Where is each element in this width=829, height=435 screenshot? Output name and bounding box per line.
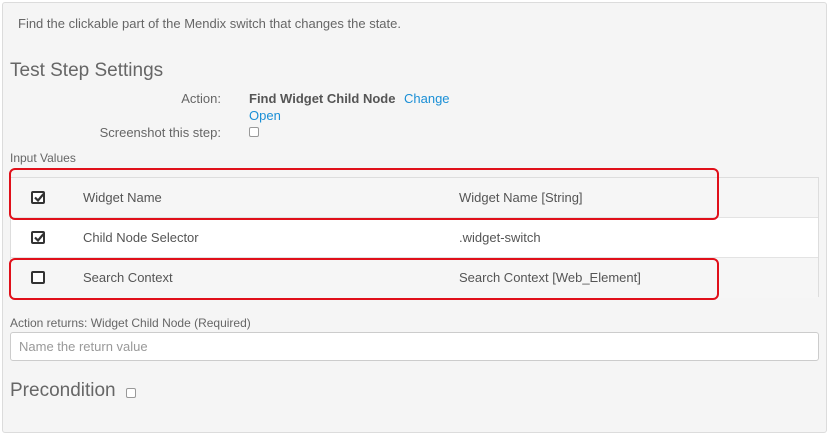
return-value-name-input[interactable]: [10, 332, 819, 361]
screenshot-label: Screenshot this step:: [99, 125, 221, 140]
input-row-widget-name: Widget Name Widget Name [String]: [11, 178, 818, 218]
action-returns-label: Action returns: Widget Child Node (Requi…: [10, 316, 251, 330]
checkmark-icon: [34, 193, 44, 202]
test-step-settings-title: Test Step Settings: [10, 60, 164, 81]
action-value: Find Widget Child Node: [249, 91, 396, 106]
widget-name-checkbox[interactable]: [31, 191, 45, 204]
checkmark-icon: [34, 233, 44, 242]
input-name: Widget Name: [83, 190, 162, 205]
input-values-table: Widget Name Widget Name [String] Child N…: [10, 177, 819, 298]
change-action-link[interactable]: Change: [404, 91, 450, 106]
input-row-search-context: Search Context Search Context [Web_Eleme…: [11, 258, 818, 298]
child-node-selector-checkbox[interactable]: [31, 231, 45, 244]
precondition-checkbox[interactable]: [126, 388, 136, 398]
input-values-label: Input Values: [10, 151, 76, 165]
search-context-checkbox[interactable]: [31, 271, 45, 284]
precondition-title: Precondition: [10, 380, 116, 401]
open-action-link[interactable]: Open: [249, 108, 281, 123]
input-value[interactable]: Widget Name [String]: [459, 190, 583, 205]
input-name: Child Node Selector: [83, 230, 199, 245]
input-name: Search Context: [83, 270, 173, 285]
input-value[interactable]: Search Context [Web_Element]: [459, 270, 641, 285]
screenshot-checkbox[interactable]: [249, 127, 259, 137]
step-description: Find the clickable part of the Mendix sw…: [18, 16, 401, 31]
action-label: Action:: [181, 91, 221, 106]
input-value[interactable]: .widget-switch: [459, 230, 541, 245]
input-row-child-node-selector: Child Node Selector .widget-switch: [11, 218, 818, 258]
